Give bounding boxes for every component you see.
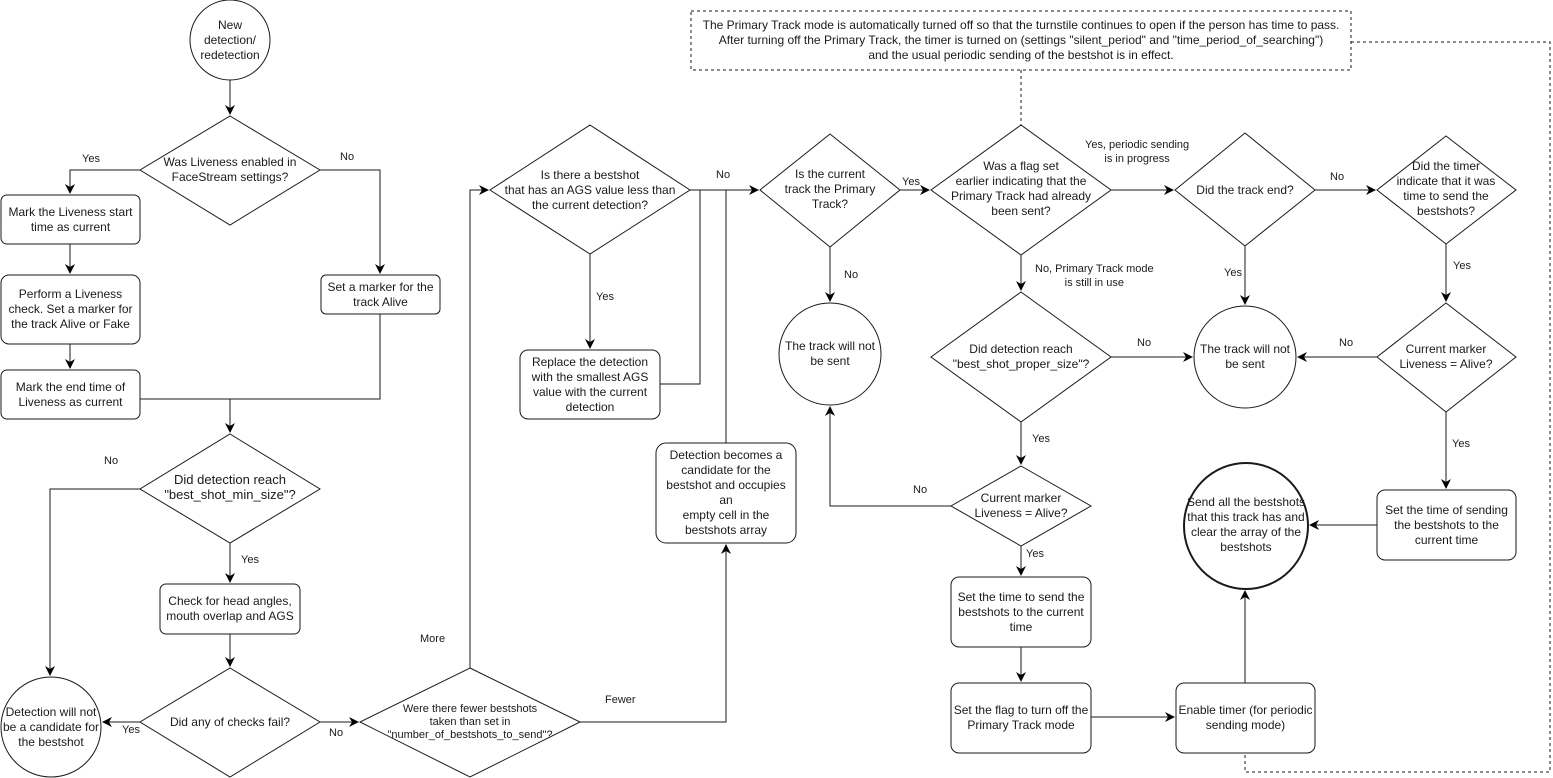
check-head-angles-label: Check for head angles, mouth overlap and… xyxy=(166,594,294,623)
primary-track-question: Is the current track the Primary Track? xyxy=(784,166,876,211)
edge-liveness-yes xyxy=(65,169,140,194)
label-primary-no: No xyxy=(844,269,859,281)
set-time-send-label: Set the time to send the bestshots to th… xyxy=(957,589,1085,634)
label-alive2-no: No xyxy=(1339,337,1354,349)
note-link-timer xyxy=(1244,41,1551,773)
track-not-sent-2-label: The track will not be sent xyxy=(1199,342,1291,371)
marker-alive-1-question: Current marker Liveness = Alive? xyxy=(974,491,1068,520)
send-all-label: Send all the bestshots that this track h… xyxy=(1186,495,1306,554)
label-track-end-yes: Yes xyxy=(1224,267,1242,279)
edge-replace-to-primary xyxy=(660,190,701,385)
set-flag-off-label: Set the flag to turn off the Primary Tra… xyxy=(953,703,1089,732)
checks-fail-question: Did any of checks fail? xyxy=(169,714,291,729)
label-liveness-no: No xyxy=(340,151,355,163)
set-time-sending-label: Set the time of sending the bestshots to… xyxy=(1385,502,1508,547)
marker-alive-2-question: Current marker Liveness = Alive? xyxy=(1399,342,1493,371)
label-checks-no: No xyxy=(329,727,344,739)
label-flag-no: No, Primary Track mode is still in use xyxy=(1035,263,1154,289)
label-fewer: Fewer xyxy=(605,694,636,706)
label-min-size-yes: Yes xyxy=(241,554,259,566)
liveness-enabled-question: Was Liveness enabled in FaceStream setti… xyxy=(163,155,297,184)
label-alive1-no: No xyxy=(913,484,928,496)
timer-indicate-question: Did the timer indicate that it was time … xyxy=(1396,159,1496,218)
mark-liveness-end-label: Mark the end time of Liveness as current xyxy=(15,379,126,409)
track-not-sent-1-label: The track will not be sent xyxy=(784,339,876,368)
edge-end-to-merge xyxy=(140,314,381,400)
label-proper-yes: Yes xyxy=(1032,433,1050,445)
perform-liveness-label: Perform a Liveness check. Set a marker f… xyxy=(8,287,133,331)
fewer-bestshots-question: Were there fewer bestshots taken than se… xyxy=(387,702,553,741)
ags-less-question: Is there a bestshot that has an AGS valu… xyxy=(504,167,676,212)
set-marker-alive-label: Set a marker for the track Alive xyxy=(327,279,434,309)
edge-min-size-no xyxy=(45,488,140,676)
edge-liveness-no xyxy=(320,169,385,274)
label-ags-yes: Yes xyxy=(596,291,614,303)
label-ags-no: No xyxy=(716,169,731,181)
flowchart-canvas xyxy=(0,0,1551,778)
edge-more xyxy=(469,185,489,668)
label-primary-yes: Yes xyxy=(902,176,920,188)
min-size-question: Did detection reach "best_shot_min_size"… xyxy=(164,472,296,502)
label-alive2-yes: Yes xyxy=(1452,438,1470,450)
label-more: More xyxy=(420,633,446,645)
label-alive1-yes: Yes xyxy=(1026,548,1044,560)
enable-timer-label: Enable timer (for periodic sending mode) xyxy=(1178,703,1313,732)
note-text: The Primary Track mode is automatically … xyxy=(702,18,1340,62)
label-min-size-no: No xyxy=(104,455,119,467)
label-flag-yes: Yes, periodic sending is in progress xyxy=(1085,139,1190,165)
track-end-question: Did the track end? xyxy=(1196,182,1294,197)
edge-alive1-no xyxy=(825,406,951,507)
label-timer-yes: Yes xyxy=(1453,260,1471,272)
not-candidate-label: Detection will not be a candidate for th… xyxy=(2,704,100,749)
flag-set-question: Was a flag set earlier indicating that t… xyxy=(950,159,1092,218)
becomes-candidate-label: Detection becomes a candidate for the be… xyxy=(666,448,786,537)
label-track-end-no: No xyxy=(1330,171,1345,183)
label-liveness-yes: Yes xyxy=(82,153,100,165)
start-label: New detection/ redetection xyxy=(200,17,260,62)
edge-fewer xyxy=(580,544,731,723)
mark-liveness-start-label: Mark the Liveness start time as current xyxy=(8,204,133,234)
label-proper-no: No xyxy=(1137,337,1152,349)
label-checks-yes: Yes xyxy=(122,724,140,736)
replace-detection-label: Replace the detection with the smallest … xyxy=(531,354,649,414)
proper-size-question: Did detection reach "best_shot_proper_si… xyxy=(952,342,1090,371)
